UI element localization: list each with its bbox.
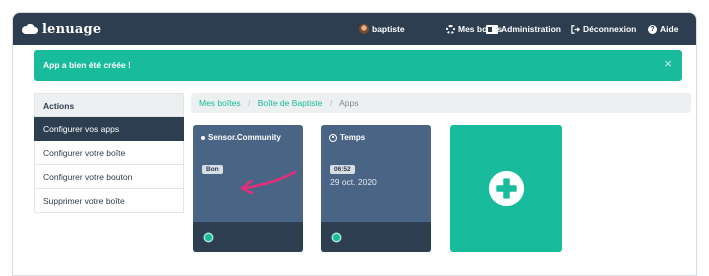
breadcrumb-current: Apps: [339, 98, 359, 108]
brand-logo[interactable]: lenuage: [21, 20, 101, 38]
status-badge: Bon: [202, 165, 223, 174]
clock-icon: [329, 133, 337, 142]
nav-administration[interactable]: Administration: [486, 22, 561, 36]
breadcrumb-my-boxes[interactable]: Mes boîtes: [199, 98, 241, 108]
nav-administration-label: Administration: [501, 24, 561, 34]
brand-name: lenuage: [42, 21, 102, 37]
add-app-button[interactable]: [450, 125, 562, 252]
time-badge: 06:52: [330, 165, 355, 174]
nav-logout-label: Déconnexion: [583, 24, 637, 34]
nav-user-label: baptiste: [372, 24, 405, 34]
plus-circle-icon: [488, 170, 525, 207]
nav-user[interactable]: baptiste: [359, 22, 405, 36]
cogs-icon: [446, 24, 455, 34]
app-window: lenuage baptiste Mes boîtes Administrati…: [12, 12, 697, 276]
nav-help-label: Aide: [660, 24, 679, 34]
app-card-title-text: Temps: [340, 133, 366, 142]
sidebar: Actions Configurer vos apps Configurer v…: [34, 93, 184, 213]
app-card-title-text: Sensor.Community: [208, 133, 281, 142]
app-card-footer: [193, 222, 303, 252]
alert-message: App a bien été créée !: [43, 60, 131, 70]
sidebar-item-configure-box[interactable]: Configurer votre boîte: [34, 141, 184, 165]
cloud-icon: [21, 23, 38, 34]
sidebar-item-configure-apps[interactable]: Configurer vos apps: [34, 117, 184, 141]
app-card-title: Temps: [329, 133, 365, 142]
circle-icon: [201, 135, 205, 140]
app-card-title: Sensor.Community: [201, 133, 281, 142]
annotation-arrow: [240, 170, 297, 195]
sidebar-heading: Actions: [34, 93, 184, 117]
nav-help[interactable]: ? Aide: [648, 22, 678, 36]
app-card-footer: [321, 222, 431, 252]
status-indicator: [333, 234, 340, 241]
sidebar-item-delete-box[interactable]: Supprimer votre boîte: [34, 189, 184, 213]
sidebar-item-configure-button[interactable]: Configurer votre bouton: [34, 165, 184, 189]
nav-logout[interactable]: Déconnexion: [571, 22, 636, 36]
close-icon[interactable]: ×: [664, 57, 672, 71]
status-indicator: [205, 234, 212, 241]
app-card-date: 29 oct. 2020: [330, 177, 377, 187]
question-circle-icon: ?: [648, 24, 657, 34]
id-card-icon: [486, 24, 498, 34]
success-alert: App a bien été créée ! ×: [34, 50, 682, 81]
breadcrumb-separator: /: [247, 98, 251, 108]
breadcrumb-separator: /: [329, 98, 333, 108]
breadcrumb: Mes boîtes / Boîte de Baptiste / Apps: [191, 93, 691, 113]
navbar: lenuage baptiste Mes boîtes Administrati…: [13, 13, 696, 45]
app-card-temps[interactable]: Temps 06:52 29 oct. 2020: [321, 125, 431, 252]
avatar: [359, 24, 369, 34]
sign-out-icon: [571, 24, 580, 34]
breadcrumb-box[interactable]: Boîte de Baptiste: [258, 98, 323, 108]
